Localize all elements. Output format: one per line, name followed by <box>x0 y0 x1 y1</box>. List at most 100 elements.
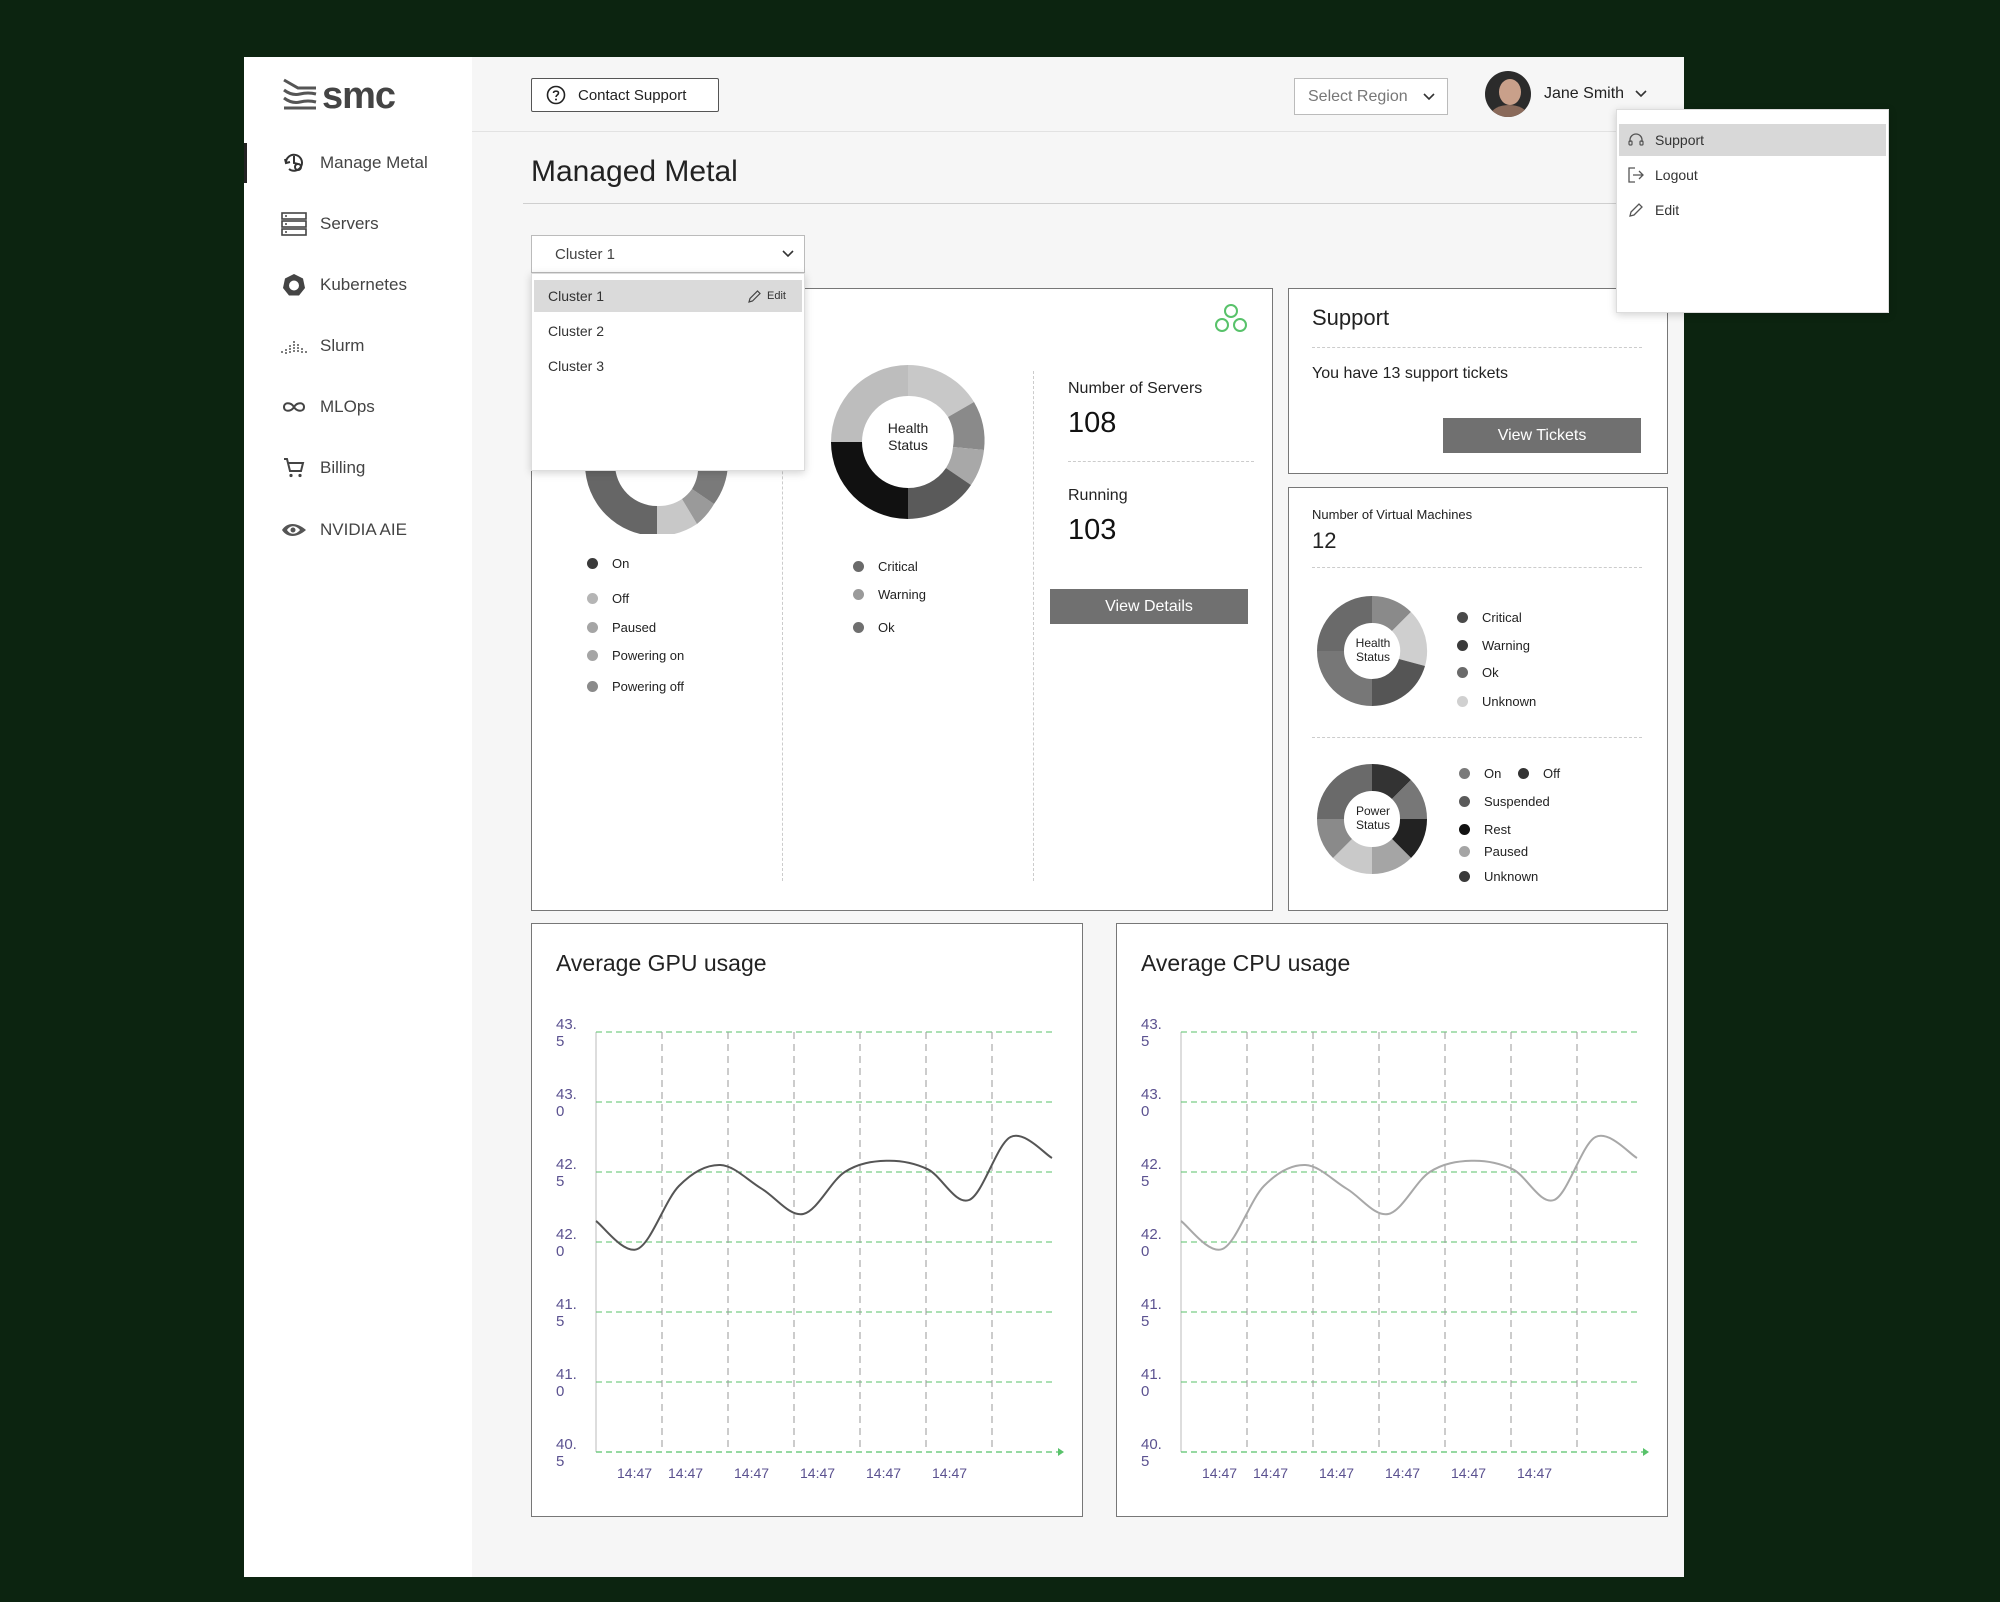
chevron-down-icon <box>1423 88 1435 106</box>
app-window: smc Manage Metal Servers Kubernetes Slur… <box>244 57 1889 1577</box>
sidebar-item-label: Billing <box>320 458 366 477</box>
donut-label-line: Power <box>1355 804 1390 818</box>
x-tick-label: 14:47 <box>1319 1465 1354 1481</box>
legend-item: Paused <box>1459 844 1528 859</box>
logout-icon <box>1627 166 1645 184</box>
series-line <box>1180 1134 1638 1251</box>
donut-label-line: Health <box>1355 636 1391 650</box>
legend-item: Ok <box>1457 665 1499 680</box>
menu-item-edit[interactable]: Edit <box>1619 194 1886 226</box>
legend-swatch <box>1459 796 1470 807</box>
y-tick-label: 41. 5 <box>556 1296 577 1330</box>
sidebar-item-manage-metal[interactable]: Manage Metal <box>280 145 428 181</box>
menu-item-logout[interactable]: Logout <box>1619 159 1886 191</box>
legend-label: Off <box>612 591 630 606</box>
legend-item: Off <box>587 591 629 606</box>
legend-label: On <box>1484 766 1502 781</box>
x-axis-arrow <box>1643 1448 1649 1456</box>
menu-item-support[interactable]: Support <box>1619 124 1886 156</box>
legend-swatch <box>587 593 598 604</box>
donut-center-label: Health Status <box>878 420 938 454</box>
sidebar-item-label: Servers <box>320 214 379 233</box>
cluster-select-value: Cluster 1 <box>555 245 616 263</box>
divider <box>523 203 1677 204</box>
legend-label: Critical <box>1482 610 1522 625</box>
server-icon <box>280 210 308 238</box>
sidebar-item-kubernetes[interactable]: Kubernetes <box>280 267 407 303</box>
legend-item: Suspended <box>1459 794 1550 809</box>
legend-swatch <box>1459 871 1470 882</box>
region-select[interactable]: Select Region <box>1294 78 1448 115</box>
legend-item: Critical <box>1457 610 1522 625</box>
support-title: Support <box>1312 305 1390 330</box>
legend-swatch <box>1459 824 1470 835</box>
legend-item: Rest <box>1459 822 1511 837</box>
menu-item-label: Edit <box>1655 202 1680 218</box>
y-tick-label: 43. 0 <box>1141 1086 1162 1120</box>
support-icon <box>1627 131 1645 149</box>
cluster-option-3[interactable]: Cluster 3 <box>534 350 802 382</box>
running-label: Running <box>1068 487 1128 504</box>
option-label: Cluster 1 <box>548 288 605 304</box>
legend-swatch <box>1518 768 1529 779</box>
y-tick-label: 41. 0 <box>556 1366 577 1400</box>
legend-label: Ok <box>1482 665 1499 680</box>
x-tick-label: 14:47 <box>617 1465 652 1481</box>
help-circle-icon <box>546 85 566 105</box>
chart-title: Average GPU usage <box>556 950 767 976</box>
sidebar-item-slurm[interactable]: Slurm <box>280 328 364 364</box>
sidebar-item-label: MLOps <box>320 397 375 416</box>
cluster-option-2[interactable]: Cluster 2 <box>534 315 802 347</box>
infinity-icon <box>280 393 308 421</box>
cpu-usage-card: Average CPU usage 43. 5 43. 0 42. 5 42. 0 41. 5 41… <box>1116 923 1668 1517</box>
x-tick-label: 14:47 <box>800 1465 835 1481</box>
cluster-option-1[interactable]: Cluster 1 Edit <box>534 280 802 312</box>
nvidia-icon <box>280 516 308 544</box>
sidebar-item-nvidia-aie[interactable]: NVIDIA AIE <box>280 512 407 548</box>
x-tick-label: 14:47 <box>932 1465 967 1481</box>
sidebar-item-billing[interactable]: Billing <box>280 450 365 486</box>
sidebar: smc Manage Metal Servers Kubernetes Slur… <box>244 57 472 1577</box>
user-name: Jane Smith <box>1544 85 1625 102</box>
menu-item-label: Logout <box>1655 167 1698 183</box>
legend-swatch <box>1457 612 1468 623</box>
divider <box>1312 567 1642 568</box>
legend-swatch <box>853 561 864 572</box>
legend-label: Suspended <box>1484 794 1550 809</box>
servers-value: 108 <box>1068 407 1117 439</box>
sidebar-item-mlops[interactable]: MLOps <box>280 389 375 425</box>
x-tick-label: 14:47 <box>1451 1465 1486 1481</box>
x-tick-label: 14:47 <box>866 1465 901 1481</box>
cluster-select[interactable]: Cluster 1 <box>531 235 805 273</box>
edit-cluster-button[interactable]: Edit <box>748 289 786 303</box>
legend-item: Ok <box>853 620 895 635</box>
legend-label: Warning <box>1482 638 1530 653</box>
legend-swatch <box>1459 768 1470 779</box>
legend-item: On <box>587 556 629 571</box>
view-tickets-button[interactable]: View Tickets <box>1443 418 1641 453</box>
vm-label: Number of Virtual Machines <box>1312 507 1473 522</box>
legend-swatch <box>587 558 598 569</box>
x-tick-label: 14:47 <box>1202 1465 1237 1481</box>
legend-item: Powering off <box>587 679 684 694</box>
logo: smc <box>282 75 396 118</box>
running-value: 103 <box>1068 514 1117 546</box>
cluster-dropdown-menu: Cluster 1 Edit Cluster 2 Cluster 3 <box>531 273 805 471</box>
donut-center-label: Power Status <box>1348 804 1398 832</box>
view-details-button[interactable]: View Details <box>1050 589 1248 624</box>
sidebar-item-label: NVIDIA AIE <box>320 520 407 539</box>
legend-label: Paused <box>612 620 657 635</box>
y-tick-label: 43. 5 <box>1141 1016 1162 1050</box>
legend-swatch <box>1457 696 1468 707</box>
cart-icon <box>280 454 308 482</box>
legend-item: Warning <box>1457 638 1530 653</box>
divider <box>1068 461 1254 462</box>
legend-label: Warning <box>878 587 926 602</box>
contact-support-button[interactable]: Contact Support <box>531 78 719 112</box>
sidebar-item-servers[interactable]: Servers <box>280 206 379 242</box>
legend-item: Unknown <box>1457 694 1536 709</box>
active-nav-indicator <box>244 143 247 183</box>
sidebar-item-label: Slurm <box>320 336 365 355</box>
legend-item: Unknown <box>1459 869 1538 884</box>
gpu-usage-chart: 43. 5 43. 0 42. 5 42. 0 41. 5 41. 0 40. 5 14:47 14:47 14… <box>556 1016 1064 1481</box>
